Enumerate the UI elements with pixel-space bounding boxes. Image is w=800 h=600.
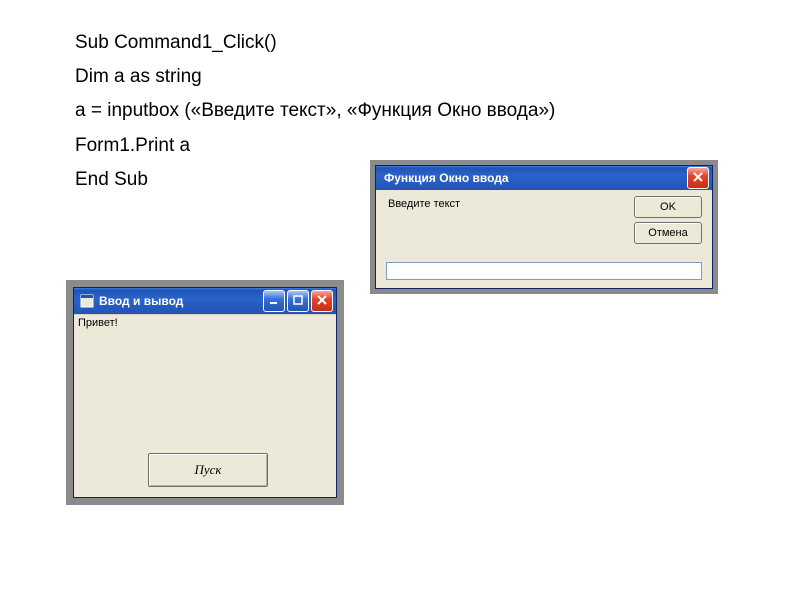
printed-output: Привет! (78, 317, 118, 329)
maximize-button[interactable] (287, 290, 309, 312)
form-window: Ввод и вывод (73, 287, 337, 498)
form-title: Ввод и вывод (99, 294, 263, 308)
launch-button[interactable]: Пуск (148, 453, 268, 487)
inputbox-body: Введите текст OK Отмена (376, 190, 712, 288)
code-line-1: Sub Command1_Click() (75, 26, 555, 60)
form-titlebar[interactable]: Ввод и вывод (74, 288, 336, 314)
inputbox-title: Функция Окно ввода (384, 171, 687, 185)
form-screenshot-frame: Ввод и вывод (66, 280, 344, 505)
minimize-button[interactable] (263, 290, 285, 312)
inputbox-titlebar[interactable]: Функция Окно ввода (376, 166, 712, 190)
form-close-button[interactable] (311, 290, 333, 312)
inputbox-window: Функция Окно ввода Введите текст OK Отме… (375, 165, 713, 289)
minimize-icon (269, 294, 279, 308)
code-line-2: Dim a as string (75, 60, 555, 94)
form-client-area: Привет! Пуск (74, 314, 336, 497)
code-line-4: Form1.Print a (75, 129, 555, 163)
inputbox-screenshot-frame: Функция Окно ввода Введите текст OK Отме… (370, 160, 718, 294)
cancel-button[interactable]: Отмена (634, 222, 702, 244)
close-button[interactable] (687, 167, 709, 189)
close-icon (693, 171, 703, 185)
code-line-3: a = inputbox («Введите текст», «Функция … (75, 94, 555, 128)
close-icon (317, 294, 327, 308)
form-app-icon (80, 294, 94, 308)
ok-button[interactable]: OK (634, 196, 702, 218)
maximize-icon (293, 294, 303, 308)
inputbox-text-field[interactable] (386, 262, 702, 280)
inputbox-prompt: Введите текст (388, 198, 460, 210)
